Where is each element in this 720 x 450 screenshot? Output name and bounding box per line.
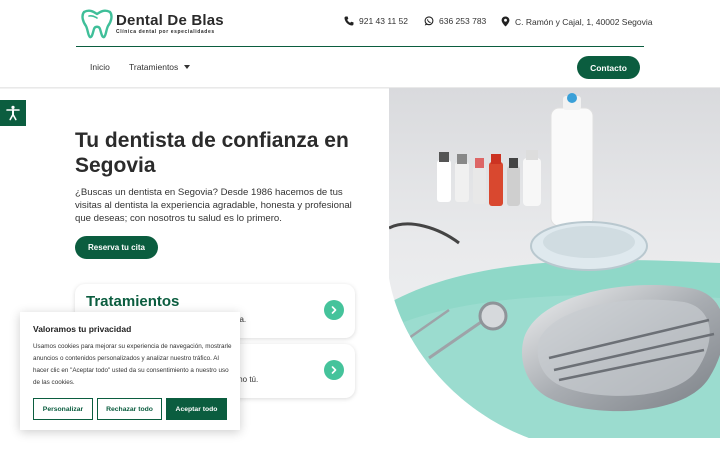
phone-number: 921 43 11 52 (359, 16, 408, 26)
address-text: C. Ramón y Cajal, 1, 40002 Segovia (515, 16, 653, 27)
address-link[interactable]: C. Ramón y Cajal, 1, 40002 Segovia (501, 16, 653, 27)
location-pin-icon (501, 16, 510, 27)
card-arrow-button[interactable] (324, 300, 344, 320)
book-appointment-button[interactable]: Reserva tu cita (75, 236, 158, 259)
header: Dental De Blas Clínica dental por especi… (0, 0, 720, 47)
cookie-banner: Valoramos tu privacidad Usamos cookies p… (20, 312, 240, 430)
accessibility-button[interactable] (0, 100, 26, 126)
cookie-text: Usamos cookies para mejorar su experienc… (33, 343, 232, 386)
contact-button[interactable]: Contacto (577, 56, 640, 79)
phone-link[interactable]: 921 43 11 52 (344, 16, 408, 26)
nav-item-label: Tratamientos (129, 62, 179, 72)
brand-name: Dental De Blas (116, 11, 224, 29)
phone-icon (344, 16, 354, 26)
whatsapp-link[interactable]: 636 253 783 (424, 16, 486, 26)
chevron-right-icon (331, 366, 337, 374)
hero-text: ¿Buscas un dentista en Segovia? Desde 19… (75, 187, 352, 224)
hero-title: Tu dentista de confianza en Segovia (75, 129, 349, 177)
brand-tagline: Clínica dental por especialidades (116, 28, 215, 35)
page: Dental De Blas Clínica dental por especi… (0, 0, 720, 450)
nav-item-tratamientos[interactable]: Tratamientos (129, 62, 191, 72)
logo[interactable]: Dental De Blas Clínica dental por especi… (80, 9, 224, 39)
tooth-logo-icon (81, 9, 113, 39)
card-arrow-button[interactable] (324, 360, 344, 380)
card-title: Tratamientos (86, 293, 180, 310)
customize-button[interactable]: Personalizar (33, 398, 93, 420)
whatsapp-icon (424, 16, 434, 26)
nav-item-inicio[interactable]: Inicio (90, 62, 110, 72)
nav-item-label: Inicio (90, 62, 110, 72)
caret-down-icon (184, 65, 191, 69)
hero-photo (389, 88, 720, 438)
dental-instruments-image (389, 88, 720, 438)
whatsapp-number: 636 253 783 (439, 16, 487, 26)
chevron-right-icon (331, 306, 337, 314)
cookie-title: Valoramos tu privacidad (33, 324, 132, 334)
accept-all-button[interactable]: Aceptar todo (166, 398, 227, 420)
reject-all-button[interactable]: Rechazar todo (97, 398, 162, 420)
accessibility-icon (6, 105, 20, 121)
